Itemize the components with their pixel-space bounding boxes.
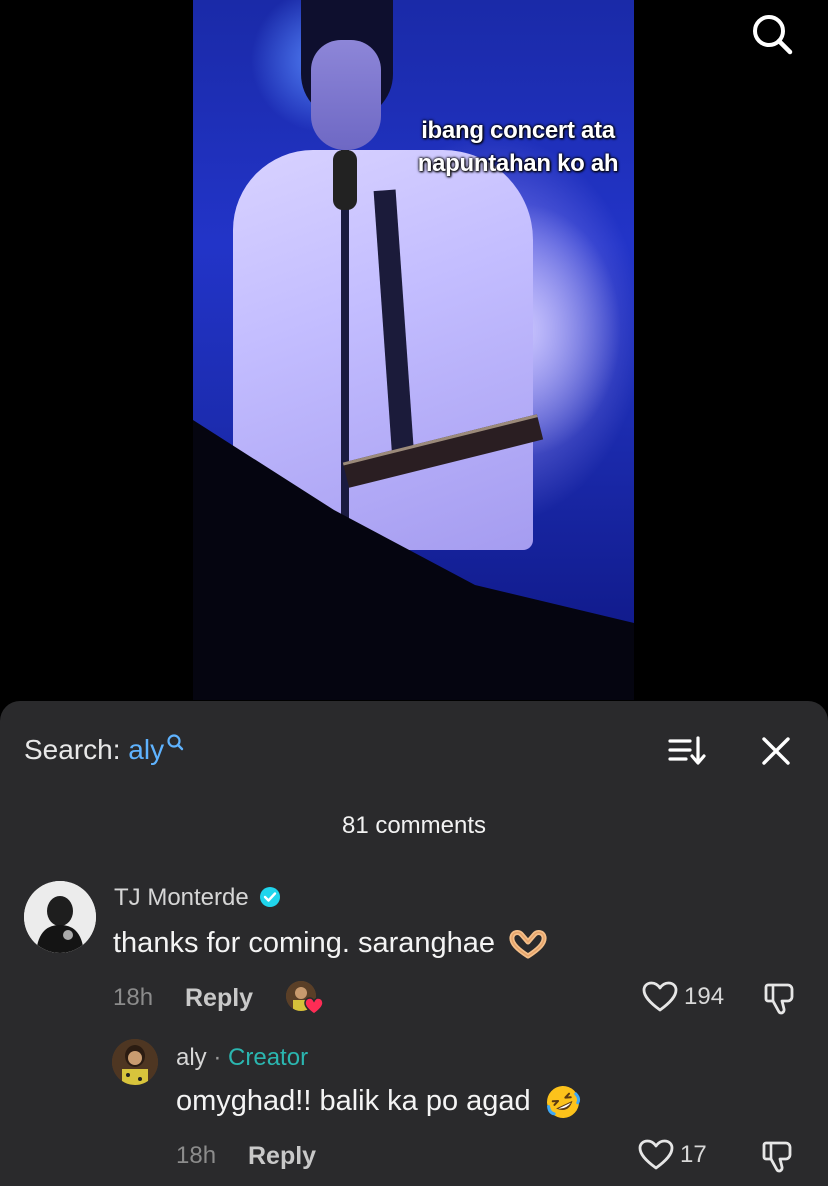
reply-username[interactable]: aly (176, 1044, 207, 1071)
search-icon (753, 15, 793, 55)
reply-username-line: aly · Creator (176, 1043, 308, 1073)
avatar[interactable] (24, 881, 96, 953)
reply-text-content: omyghad!! balik ka po agad (176, 1085, 531, 1117)
comments-sheet: Search: aly 81 comments TJ Monterde than… (0, 701, 828, 1186)
close-button[interactable] (756, 731, 796, 771)
search-button[interactable] (748, 10, 796, 58)
video-frame[interactable] (193, 0, 634, 700)
like-count: 194 (684, 983, 725, 1010)
thumbs-down-icon (764, 983, 794, 1015)
comment-item: TJ Monterde thanks for coming. saranghae… (0, 877, 828, 1027)
comment-text: thanks for coming. saranghae (113, 925, 547, 961)
reply-dislike-button[interactable] (760, 1139, 796, 1180)
reply-to-reply-button[interactable]: Reply (248, 1141, 316, 1171)
comment-username[interactable]: TJ Monterde (114, 883, 281, 913)
heart-outline-icon (642, 981, 678, 1012)
video-player[interactable]: ibang concert ata napuntahan ko ah (0, 0, 828, 720)
caption-line-2: napuntahan ko ah (417, 150, 619, 177)
sort-button[interactable] (666, 733, 708, 769)
comment-text-content: thanks for coming. saranghae (113, 927, 496, 959)
heart-hands-emoji-icon (509, 930, 547, 959)
reply-like-count: 17 (680, 1141, 707, 1168)
reply-text: omyghad!! balik ka po agad (176, 1083, 581, 1120)
search-term-icon (167, 734, 184, 751)
reply-like-button[interactable]: 17 (638, 1139, 707, 1171)
like-button[interactable]: 194 (642, 981, 724, 1013)
comment-count: 81 comments (341, 812, 487, 839)
microphone (333, 150, 357, 210)
thumbs-down-icon (762, 1141, 792, 1173)
reply-time: 18h (176, 1142, 217, 1169)
reply-avatar-image (112, 1039, 158, 1085)
sort-icon (668, 736, 706, 765)
search-term: aly (128, 734, 165, 765)
creator-badge: Creator (228, 1044, 309, 1071)
caption-line-1: ibang concert ata (421, 117, 615, 144)
sheet-header: Search: aly (0, 725, 828, 775)
search-query[interactable]: Search: aly (24, 733, 184, 767)
performer-face (311, 40, 381, 150)
close-icon (762, 737, 790, 765)
rolling-laughing-emoji-icon (546, 1086, 580, 1119)
heart-badge-icon (304, 997, 324, 1015)
comment-time: 18h (113, 984, 154, 1011)
verified-badge-icon (260, 887, 281, 907)
dislike-button[interactable] (762, 981, 798, 1022)
video-caption: ibang concert ata napuntahan ko ah (398, 114, 638, 180)
reply-avatar[interactable] (112, 1039, 158, 1085)
search-prefix: Search: (24, 734, 121, 765)
heart-outline-icon (638, 1139, 674, 1170)
username-text: TJ Monterde (114, 884, 249, 911)
avatar-image (24, 881, 96, 953)
reply-button[interactable]: Reply (185, 983, 253, 1013)
reply-separator: · (213, 1044, 222, 1071)
creator-liked-indicator (286, 981, 326, 1017)
reply-item: aly · Creator omyghad!! balik ka po agad… (0, 1037, 828, 1177)
